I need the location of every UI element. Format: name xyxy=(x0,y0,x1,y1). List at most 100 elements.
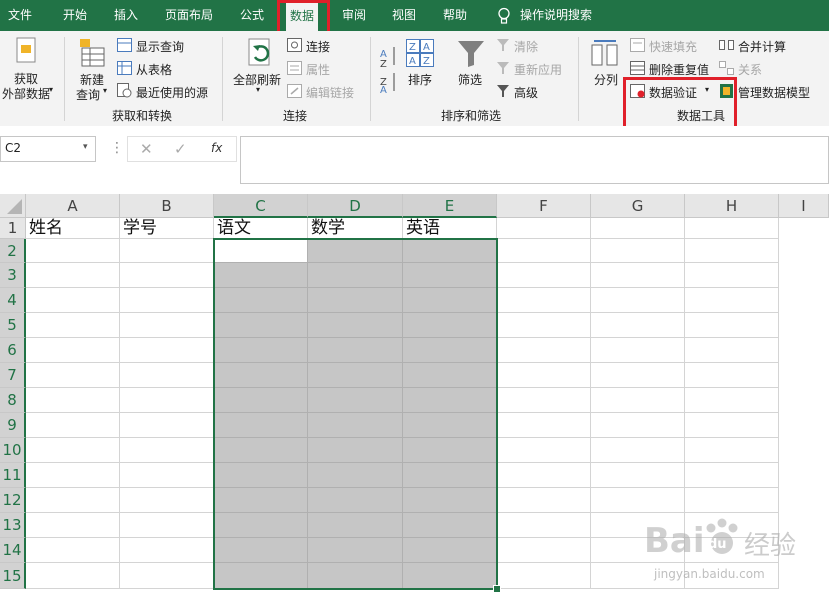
cell-H7[interactable] xyxy=(685,363,779,388)
cell-G2[interactable] xyxy=(591,239,685,263)
row-header-9[interactable]: 9 xyxy=(0,413,26,438)
chevron-down-icon[interactable]: ▾ xyxy=(83,142,88,152)
cell-G1[interactable] xyxy=(591,218,685,239)
cell-B2[interactable] xyxy=(120,239,214,263)
row-header-1[interactable]: 1 xyxy=(0,218,26,239)
cell-E3[interactable] xyxy=(403,263,497,288)
cell-H2[interactable] xyxy=(685,239,779,263)
cell-H10[interactable] xyxy=(685,438,779,463)
tab-file[interactable]: 文件 xyxy=(8,0,32,31)
cell-A9[interactable] xyxy=(26,413,120,438)
cell-C10[interactable] xyxy=(214,438,308,463)
cell-C12[interactable] xyxy=(214,488,308,513)
advanced-button[interactable]: 高级 xyxy=(514,84,538,101)
cell-C14[interactable] xyxy=(214,538,308,563)
cell-A12[interactable] xyxy=(26,488,120,513)
column-header-G[interactable]: G xyxy=(591,194,685,218)
clear-button[interactable]: 清除 xyxy=(514,38,538,55)
row-header-7[interactable]: 7 xyxy=(0,363,26,388)
cell-A11[interactable] xyxy=(26,463,120,488)
tab-home[interactable]: 开始 xyxy=(63,0,87,31)
cell-H9[interactable] xyxy=(685,413,779,438)
cell-G8[interactable] xyxy=(591,388,685,413)
cell-F6[interactable] xyxy=(497,338,591,363)
cell-E11[interactable] xyxy=(403,463,497,488)
tab-help[interactable]: 帮助 xyxy=(443,0,467,31)
connections-button[interactable]: 连接 xyxy=(306,38,330,55)
cell-A8[interactable] xyxy=(26,388,120,413)
cell-E6[interactable] xyxy=(403,338,497,363)
row-header-5[interactable]: 5 xyxy=(0,313,26,338)
cell-F11[interactable] xyxy=(497,463,591,488)
cell-D14[interactable] xyxy=(308,538,403,563)
cell-E12[interactable] xyxy=(403,488,497,513)
cell-C11[interactable] xyxy=(214,463,308,488)
cell-A15[interactable] xyxy=(26,563,120,589)
cell-D4[interactable] xyxy=(308,288,403,313)
cell-E4[interactable] xyxy=(403,288,497,313)
cell-E5[interactable] xyxy=(403,313,497,338)
cell-H6[interactable] xyxy=(685,338,779,363)
tab-page-layout[interactable]: 页面布局 xyxy=(165,0,213,31)
row-header-8[interactable]: 8 xyxy=(0,388,26,413)
column-header-I[interactable]: I xyxy=(779,194,829,218)
cell-F15[interactable] xyxy=(497,563,591,589)
name-box[interactable]: C2 ▾ xyxy=(0,136,96,162)
cell-B5[interactable] xyxy=(120,313,214,338)
cell-C3[interactable] xyxy=(214,263,308,288)
text-to-columns-button[interactable]: 分列 xyxy=(594,71,618,88)
cell-D3[interactable] xyxy=(308,263,403,288)
cell-D11[interactable] xyxy=(308,463,403,488)
cell-F2[interactable] xyxy=(497,239,591,263)
cell-G11[interactable] xyxy=(591,463,685,488)
column-header-D[interactable]: D xyxy=(308,194,403,218)
tab-view[interactable]: 视图 xyxy=(392,0,416,31)
row-header-10[interactable]: 10 xyxy=(0,438,26,463)
cell-B14[interactable] xyxy=(120,538,214,563)
column-header-C[interactable]: C xyxy=(214,194,308,218)
cell-B1[interactable]: 学号 xyxy=(120,218,214,239)
cell-A6[interactable] xyxy=(26,338,120,363)
cell-B8[interactable] xyxy=(120,388,214,413)
cell-A1[interactable]: 姓名 xyxy=(26,218,120,239)
cell-D13[interactable] xyxy=(308,513,403,538)
cell-B6[interactable] xyxy=(120,338,214,363)
from-table-button[interactable]: 从表格 xyxy=(136,61,172,78)
cell-B13[interactable] xyxy=(120,513,214,538)
cell-F1[interactable] xyxy=(497,218,591,239)
reapply-button[interactable]: 重新应用 xyxy=(514,61,562,78)
select-all-corner[interactable] xyxy=(0,194,26,218)
cancel-x-icon[interactable]: ✕ xyxy=(140,140,153,158)
cell-C15[interactable] xyxy=(214,563,308,589)
cell-B15[interactable] xyxy=(120,563,214,589)
sort-button[interactable]: 排序 xyxy=(408,71,432,88)
column-header-H[interactable]: H xyxy=(685,194,779,218)
cell-C5[interactable] xyxy=(214,313,308,338)
flash-fill-button[interactable]: 快速填充 xyxy=(649,38,697,55)
cell-F5[interactable] xyxy=(497,313,591,338)
cell-H8[interactable] xyxy=(685,388,779,413)
cell-D2[interactable] xyxy=(308,239,403,263)
column-header-F[interactable]: F xyxy=(497,194,591,218)
manage-data-model-button[interactable]: 管理数据模型 xyxy=(738,84,810,101)
cell-B4[interactable] xyxy=(120,288,214,313)
fill-handle[interactable] xyxy=(493,585,501,593)
consolidate-button[interactable]: 合并计算 xyxy=(738,38,786,55)
cell-H3[interactable] xyxy=(685,263,779,288)
new-query-label-2[interactable]: 查询 xyxy=(76,86,100,103)
cell-E13[interactable] xyxy=(403,513,497,538)
cell-A4[interactable] xyxy=(26,288,120,313)
cell-G4[interactable] xyxy=(591,288,685,313)
column-header-A[interactable]: A xyxy=(26,194,120,218)
cell-A7[interactable] xyxy=(26,363,120,388)
cell-A2[interactable] xyxy=(26,239,120,263)
get-data-label-2[interactable]: 外部数据 xyxy=(2,85,50,102)
row-header-6[interactable]: 6 xyxy=(0,338,26,363)
cell-C9[interactable] xyxy=(214,413,308,438)
cell-G5[interactable] xyxy=(591,313,685,338)
cell-C1[interactable]: 语文 xyxy=(214,218,308,239)
cell-E1[interactable]: 英语 xyxy=(403,218,497,239)
cell-B12[interactable] xyxy=(120,488,214,513)
tab-review[interactable]: 审阅 xyxy=(342,0,366,31)
cell-G10[interactable] xyxy=(591,438,685,463)
